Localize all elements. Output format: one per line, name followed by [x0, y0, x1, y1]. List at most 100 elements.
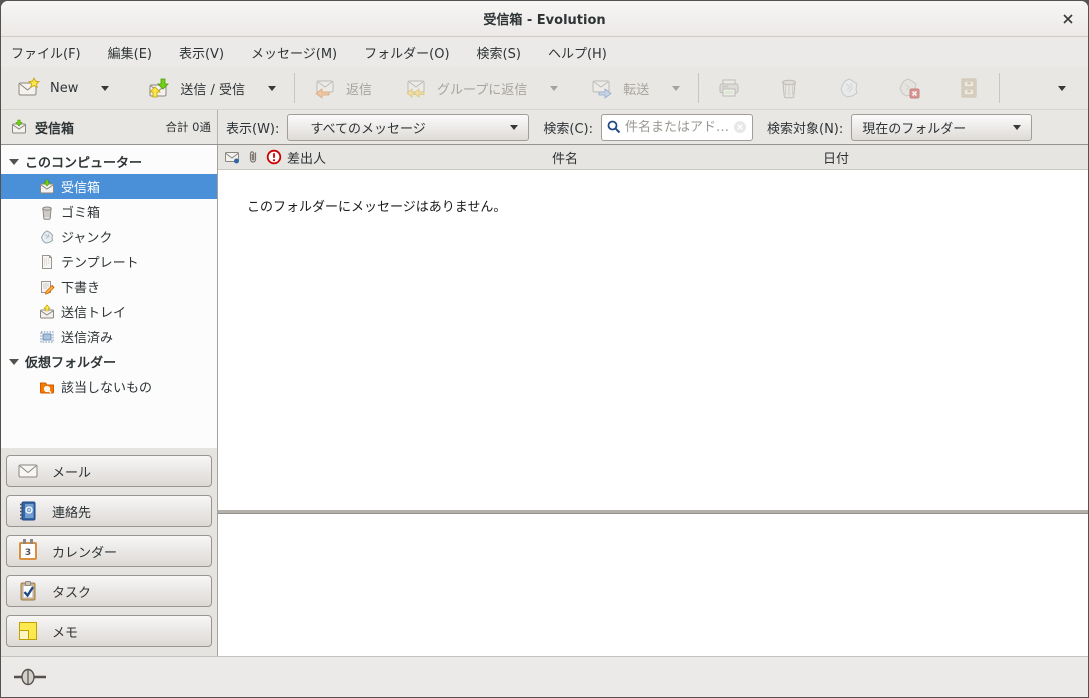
junk-button[interactable]	[829, 71, 869, 105]
junk-icon	[837, 76, 861, 100]
send-receive-dropdown-icon[interactable]	[268, 86, 276, 91]
new-button[interactable]: New	[9, 71, 117, 105]
switcher-contacts-button[interactable]: 連絡先	[6, 495, 212, 527]
show-filter-label: 表示(W):	[226, 118, 279, 137]
search-scope-dropdown[interactable]: 現在のフォルダー	[851, 114, 1032, 141]
reply-button[interactable]: 返信	[305, 71, 380, 105]
switcher-label: メール	[52, 462, 91, 481]
menu-edit[interactable]: 編集(E)	[108, 43, 152, 62]
delete-button[interactable]	[769, 71, 809, 105]
send-receive-label: 送信 / 受信	[180, 79, 245, 98]
empty-folder-message: このフォルダーにメッセージはありません。	[247, 200, 506, 215]
outbox-icon	[39, 304, 55, 320]
menu-search[interactable]: 検索(S)	[477, 43, 521, 62]
show-filter-value: すべてのメッセージ	[310, 118, 425, 137]
new-mail-icon	[17, 76, 41, 100]
menu-file[interactable]: ファイル(F)	[11, 43, 81, 62]
expander-icon[interactable]	[9, 159, 19, 165]
search-scope-label: 検索対象(N):	[767, 118, 843, 137]
sidebar-item-label: 送信トレイ	[61, 302, 126, 321]
reply-group-label: グループに返信	[437, 79, 527, 98]
search-icon	[607, 120, 621, 134]
sidebar-item-inbox[interactable]: 受信箱	[1, 174, 217, 199]
reply-group-button[interactable]: グループに返信	[396, 71, 566, 105]
sidebar-item-sent[interactable]: 送信済み	[1, 324, 217, 349]
sidebar-item-unmatched[interactable]: 該当しないもの	[1, 374, 217, 399]
sidebar-item-label: テンプレート	[61, 252, 139, 271]
tree-group-this-computer[interactable]: このコンピューター	[1, 149, 217, 174]
new-dropdown-icon[interactable]	[101, 86, 109, 91]
sidebar-item-label: ジャンク	[61, 227, 112, 246]
tree-group-search-folders[interactable]: 仮想フォルダー	[1, 349, 217, 374]
toolbar-separator	[294, 73, 295, 103]
junk-icon	[39, 229, 55, 245]
column-subject[interactable]: 件名	[552, 148, 578, 167]
inbox-icon	[11, 119, 27, 135]
sidebar-item-junk[interactable]: ジャンク	[1, 224, 217, 249]
archive-button[interactable]	[949, 71, 989, 105]
clear-search-icon[interactable]	[733, 120, 747, 134]
expander-icon[interactable]	[9, 359, 19, 365]
attachment-column-icon[interactable]	[245, 149, 261, 165]
sidebar-item-label: 該当しないもの	[61, 377, 152, 396]
chevron-down-icon	[1013, 125, 1021, 130]
menu-help[interactable]: ヘルプ(H)	[548, 43, 607, 62]
reply-group-dropdown-icon[interactable]	[550, 86, 558, 91]
reply-button-label: 返信	[346, 79, 372, 98]
close-button[interactable]	[1058, 9, 1078, 29]
sidebar-item-templates[interactable]: テンプレート	[1, 249, 217, 274]
close-icon	[1062, 13, 1074, 25]
message-list-header: 差出人 件名 日付	[218, 145, 1088, 170]
switcher-tasks-button[interactable]: タスク	[6, 575, 212, 607]
forward-dropdown-icon[interactable]	[672, 86, 680, 91]
column-date[interactable]: 日付	[823, 148, 849, 167]
not-junk-button[interactable]	[889, 71, 929, 105]
window-title: 受信箱 - Evolution	[1, 9, 1088, 28]
importance-column-icon[interactable]	[266, 149, 282, 165]
toolbar: New 送信 / 受信 返信 グループに返信 転送	[1, 67, 1088, 110]
folder-tree: このコンピューター 受信箱 ゴミ箱 ジャンク テンプレート	[1, 145, 217, 448]
sidebar-item-label: 受信箱	[61, 177, 100, 196]
forward-icon	[590, 76, 614, 100]
send-receive-button[interactable]: 送信 / 受信	[139, 71, 284, 105]
sent-icon	[39, 329, 55, 345]
toolbar-overflow-icon[interactable]	[1058, 86, 1066, 91]
title-bar: 受信箱 - Evolution	[1, 1, 1088, 37]
filter-bar: 受信箱 合計 0通 表示(W): すべてのメッセージ 検索(C): 検索対象(N…	[1, 110, 1088, 145]
view-switcher: メール 連絡先 3 カレンダー タスク メモ	[1, 448, 217, 656]
column-from[interactable]: 差出人	[287, 148, 326, 167]
switcher-label: カレンダー	[52, 542, 117, 561]
search-label: 検索(C):	[543, 118, 593, 137]
message-list[interactable]: このフォルダーにメッセージはありません。	[218, 170, 1088, 510]
online-status-icon[interactable]	[13, 668, 47, 686]
read-status-column-icon[interactable]	[224, 149, 240, 165]
forward-button[interactable]: 転送	[582, 71, 688, 105]
forward-button-label: 転送	[623, 79, 649, 98]
menu-folder[interactable]: フォルダー(O)	[364, 43, 449, 62]
sidebar-item-trash[interactable]: ゴミ箱	[1, 199, 217, 224]
show-filter-dropdown[interactable]: すべてのメッセージ	[287, 114, 529, 141]
status-bar	[1, 656, 1088, 697]
switcher-label: 連絡先	[52, 502, 91, 521]
print-button[interactable]	[709, 71, 749, 105]
sidebar-item-label: 送信済み	[61, 327, 113, 346]
message-pane: 差出人 件名 日付 このフォルダーにメッセージはありません。	[218, 145, 1088, 656]
switcher-mail-button[interactable]: メール	[6, 455, 212, 487]
inbox-icon	[39, 179, 55, 195]
calendar-icon: 3	[19, 542, 37, 560]
menu-message[interactable]: メッセージ(M)	[251, 43, 337, 62]
sidebar-item-outbox[interactable]: 送信トレイ	[1, 299, 217, 324]
contacts-icon	[17, 500, 39, 522]
menu-view[interactable]: 表示(V)	[179, 43, 224, 62]
sidebar-item-drafts[interactable]: 下書き	[1, 274, 217, 299]
memo-icon	[19, 622, 37, 640]
switcher-memos-button[interactable]: メモ	[6, 615, 212, 647]
switcher-label: メモ	[52, 622, 78, 641]
tree-group-label: 仮想フォルダー	[25, 352, 116, 371]
sidebar-item-label: 下書き	[61, 277, 100, 296]
search-input[interactable]	[625, 120, 729, 135]
send-receive-icon	[147, 76, 171, 100]
calendar-day: 3	[25, 548, 31, 558]
evolution-window: 受信箱 - Evolution ファイル(F) 編集(E) 表示(V) メッセー…	[0, 0, 1089, 698]
switcher-calendar-button[interactable]: 3 カレンダー	[6, 535, 212, 567]
